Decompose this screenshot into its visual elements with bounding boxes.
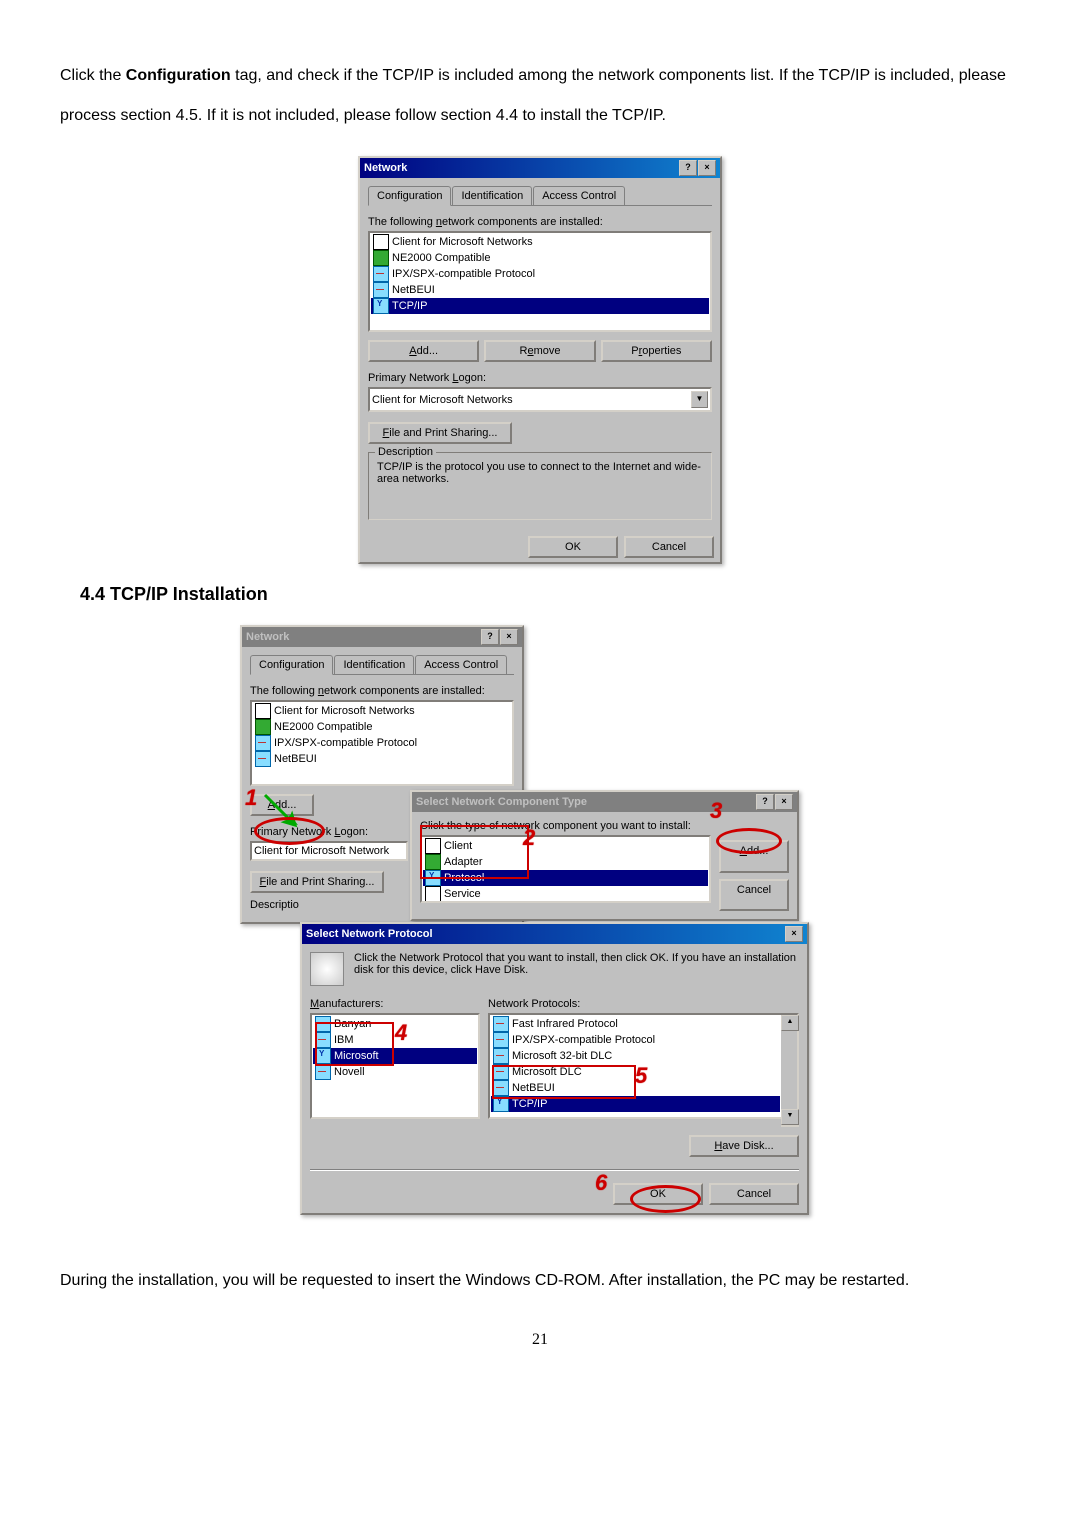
- tab-configuration[interactable]: Configuration: [368, 186, 451, 206]
- close-icon[interactable]: ×: [698, 160, 716, 176]
- list-item[interactable]: IPX/SPX-compatible Protocol: [253, 735, 511, 751]
- ok-button[interactable]: OK: [528, 536, 618, 558]
- list-item[interactable]: NetBEUI: [253, 751, 511, 767]
- tab-identification[interactable]: Identification: [452, 186, 532, 205]
- dialog-title: Network: [364, 162, 407, 174]
- tab-access-control[interactable]: Access Control: [533, 186, 625, 205]
- titlebar: Select Network Protocol ×: [302, 924, 807, 944]
- info-icon: [310, 952, 344, 986]
- tab-configuration[interactable]: Configuration: [250, 655, 333, 675]
- components-listbox[interactable]: Client for Microsoft Networks NE2000 Com…: [368, 231, 712, 332]
- close-icon[interactable]: ×: [775, 794, 793, 810]
- protocol-icon: [493, 1016, 509, 1032]
- protocol-icon: [373, 298, 389, 314]
- scroll-up-icon[interactable]: ▲: [781, 1015, 799, 1031]
- list-item[interactable]: Novell: [313, 1064, 477, 1080]
- remove-button[interactable]: Remove: [484, 340, 595, 362]
- list-item[interactable]: Client for Microsoft Networks: [371, 234, 709, 250]
- protocol-icon: [373, 266, 389, 282]
- adapter-icon: [373, 250, 389, 266]
- titlebar: Network ? ×: [242, 627, 522, 647]
- primary-logon-dropdown[interactable]: Client for Microsoft Networks ▼: [368, 387, 712, 412]
- protocol-icon: [255, 735, 271, 751]
- client-icon: [373, 234, 389, 250]
- annotation-1: 1: [245, 785, 257, 811]
- dialog-title: Select Network Component Type: [416, 796, 587, 808]
- annotation-rect: [315, 1022, 394, 1066]
- close-icon[interactable]: ×: [785, 926, 803, 942]
- help-icon[interactable]: ?: [481, 629, 499, 645]
- file-print-sharing-button[interactable]: File and Print Sharing...: [250, 871, 384, 893]
- cancel-button[interactable]: Cancel: [719, 879, 789, 912]
- closing-paragraph: During the installation, you will be req…: [60, 1261, 1020, 1301]
- titlebar: Network ? ×: [360, 158, 720, 178]
- composite-figure: Network ? × Configuration Identification…: [240, 625, 840, 1245]
- protocol-icon: [373, 282, 389, 298]
- protocol-icon: [493, 1048, 509, 1064]
- protocol-icon: [493, 1032, 509, 1048]
- annotation-oval: [254, 817, 325, 845]
- primary-logon-label: Primary Network Logon:: [368, 372, 712, 384]
- titlebar: Select Network Component Type ? ×: [412, 792, 797, 812]
- annotation-4: 4: [395, 1020, 407, 1046]
- annotation-5: 5: [635, 1063, 647, 1089]
- list-item[interactable]: TCP/IP: [371, 298, 709, 314]
- list-item[interactable]: NE2000 Compatible: [371, 250, 709, 266]
- list-item[interactable]: Service: [423, 886, 708, 902]
- service-icon: [425, 886, 441, 902]
- chevron-down-icon[interactable]: ▼: [691, 391, 708, 408]
- dialog-title: Select Network Protocol: [306, 928, 433, 940]
- list-item[interactable]: NetBEUI: [371, 282, 709, 298]
- list-item[interactable]: IPX/SPX-compatible Protocol: [491, 1032, 780, 1048]
- list-item[interactable]: Microsoft 32-bit DLC: [491, 1048, 780, 1064]
- add-button[interactable]: Add...: [368, 340, 479, 362]
- annotation-oval: [630, 1185, 701, 1213]
- annotation-rect: [492, 1065, 636, 1099]
- client-icon: [255, 703, 271, 719]
- close-icon[interactable]: ×: [500, 629, 518, 645]
- adapter-icon: [255, 719, 271, 735]
- file-print-sharing-button[interactable]: File and Print Sharing...: [368, 422, 512, 444]
- network-dialog-1: Network ? × Configuration Identification…: [358, 156, 722, 564]
- components-listbox[interactable]: Client for Microsoft Networks NE2000 Com…: [250, 700, 514, 786]
- list-label: The following network components are ins…: [368, 216, 712, 228]
- scroll-down-icon[interactable]: ▼: [781, 1109, 799, 1125]
- section-heading: 4.4 TCP/IP Installation: [60, 584, 1020, 605]
- protocol-icon: [255, 751, 271, 767]
- tab-identification[interactable]: Identification: [334, 655, 414, 674]
- list-item[interactable]: Client for Microsoft Networks: [253, 703, 511, 719]
- description-fieldset: Description TCP/IP is the protocol you u…: [368, 452, 712, 520]
- help-icon[interactable]: ?: [679, 160, 697, 176]
- list-item[interactable]: IPX/SPX-compatible Protocol: [371, 266, 709, 282]
- properties-button[interactable]: Properties: [601, 340, 712, 362]
- dialog-title: Network: [246, 631, 289, 643]
- cancel-button[interactable]: Cancel: [709, 1183, 799, 1205]
- annotation-oval: [716, 828, 782, 854]
- annotation-6: 6: [595, 1170, 607, 1196]
- annotation-rect: [420, 825, 529, 879]
- intro-paragraph: Click the Configuration tag, and check i…: [60, 56, 1020, 136]
- have-disk-button[interactable]: Have Disk...: [689, 1135, 799, 1157]
- description-text: TCP/IP is the protocol you use to connec…: [377, 461, 703, 485]
- list-item[interactable]: NE2000 Compatible: [253, 719, 511, 735]
- protocols-label: Network Protocols:: [488, 998, 799, 1010]
- list-item[interactable]: Fast Infrared Protocol: [491, 1016, 780, 1032]
- tab-access-control[interactable]: Access Control: [415, 655, 507, 674]
- annotation-3: 3: [710, 798, 722, 824]
- primary-logon-dropdown[interactable]: Client for Microsoft Network: [250, 841, 408, 861]
- cancel-button[interactable]: Cancel: [624, 536, 714, 558]
- protocol-icon: [315, 1064, 331, 1080]
- page-number: 21: [60, 1331, 1020, 1349]
- help-icon[interactable]: ?: [756, 794, 774, 810]
